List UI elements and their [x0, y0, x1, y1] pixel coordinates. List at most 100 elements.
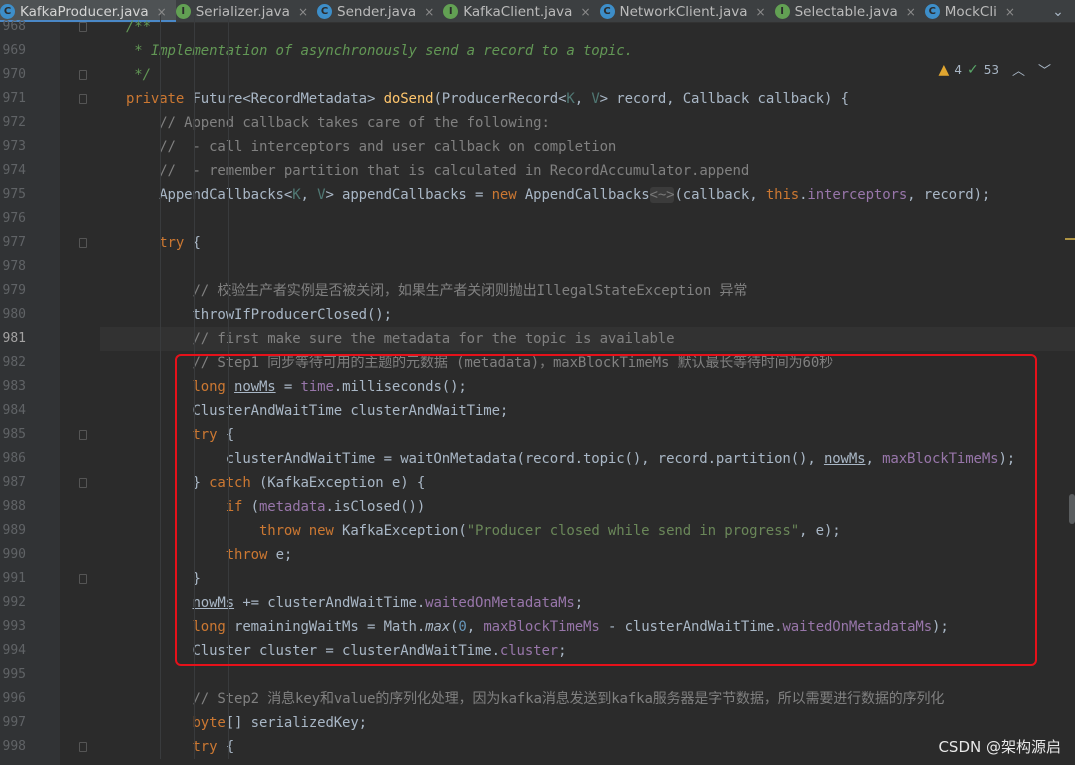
next-highlight-icon[interactable]: ﹀ [1038, 60, 1051, 79]
indent-guide [228, 351, 229, 375]
code-text: } catch (KafkaException e) { [100, 471, 1075, 495]
code-token: , record); [907, 187, 991, 203]
code-line[interactable]: 975 AppendCallbacks<K, V> appendCallback… [0, 183, 1075, 207]
code-line[interactable]: 983 long nowMs = time.milliseconds(); [0, 375, 1075, 399]
error-stripe[interactable] [1063, 46, 1075, 765]
code-token: } [126, 571, 201, 587]
code-line[interactable]: 980 throwIfProducerClosed(); [0, 303, 1075, 327]
indent-guide [194, 687, 195, 711]
fold-marker-icon[interactable] [79, 478, 87, 488]
code-line[interactable]: 979 // 校验生产者实例是否被关闭，如果生产者关闭则抛出IllegalSta… [0, 279, 1075, 303]
code-line[interactable]: 995 [0, 663, 1075, 687]
indent-guide [228, 111, 229, 135]
line-number: 988 [2, 499, 26, 514]
code-text: try { [100, 735, 1075, 759]
indent-guide [228, 279, 229, 303]
code-token: K [566, 91, 575, 107]
code-line[interactable]: 973 // - call interceptors and user call… [0, 135, 1075, 159]
fold-marker-icon[interactable] [79, 94, 87, 104]
code-line[interactable]: 974 // - remember partition that is calc… [0, 159, 1075, 183]
indent-guide [228, 663, 229, 687]
code-line[interactable]: 985 try { [0, 423, 1075, 447]
indent-guide [194, 495, 195, 519]
line-number: 998 [2, 739, 26, 754]
code-text: ClusterAndWaitTime clusterAndWaitTime; [100, 399, 1075, 423]
fold-marker-icon[interactable] [79, 742, 87, 752]
code-token: e; [275, 547, 293, 563]
code-token: , [300, 187, 318, 203]
scrollbar-thumb[interactable] [1069, 494, 1075, 524]
indent-guide [160, 567, 161, 591]
indent-guide [194, 15, 195, 39]
code-token: KafkaException( [342, 523, 467, 539]
warning-stripe-mark[interactable] [1065, 238, 1075, 240]
code-line[interactable]: 991 } [0, 567, 1075, 591]
code-line[interactable]: 986 clusterAndWaitTime = waitOnMetadata(… [0, 447, 1075, 471]
fold-marker-icon[interactable] [79, 574, 87, 584]
fold-marker-icon[interactable] [79, 238, 87, 248]
code-line[interactable]: 978 [0, 255, 1075, 279]
indent-guide [194, 327, 195, 351]
line-number: 984 [2, 403, 26, 418]
code-line[interactable]: 988 if (metadata.isClosed()) [0, 495, 1075, 519]
code-line[interactable]: 993 long remainingWaitMs = Math.max(0, m… [0, 615, 1075, 639]
fold-marker-icon[interactable] [79, 70, 87, 80]
code-line[interactable]: 977 try { [0, 231, 1075, 255]
code-text: throw e; [100, 543, 1075, 567]
code-token: .isClosed()) [325, 499, 426, 515]
indent-guide [194, 279, 195, 303]
line-number: 993 [2, 619, 26, 634]
indent-guide [228, 591, 229, 615]
warning-icon: ▲ [938, 61, 950, 78]
code-line[interactable]: 981 // first make sure the metadata for … [0, 327, 1075, 351]
code-line[interactable]: 984 ClusterAndWaitTime clusterAndWaitTim… [0, 399, 1075, 423]
code-line[interactable]: 976 [0, 207, 1075, 231]
fold-marker-icon[interactable] [79, 430, 87, 440]
code-token: interceptors [807, 187, 908, 203]
code-line[interactable]: 969 * Implementation of asynchronously s… [0, 39, 1075, 63]
code-line[interactable]: 972 // Append callback takes care of the… [0, 111, 1075, 135]
indent-guide [228, 255, 229, 279]
code-line[interactable]: 971 private Future<RecordMetadata> doSend… [0, 87, 1075, 111]
indent-guide [160, 471, 161, 495]
line-number: 997 [2, 715, 26, 730]
code-token: nowMs [823, 451, 866, 467]
code-token: ; [558, 643, 567, 659]
code-line[interactable]: 970 */ [0, 63, 1075, 87]
code-line[interactable]: 989 throw new KafkaException("Producer c… [0, 519, 1075, 543]
indent-guide [194, 231, 195, 255]
code-line[interactable]: 996 // Step2 消息key和value的序列化处理，因为kafka消息… [0, 687, 1075, 711]
code-line[interactable]: 990 throw e; [0, 543, 1075, 567]
code-line[interactable]: 968 /** [0, 15, 1075, 39]
previous-highlight-icon[interactable]: ︿ [1012, 60, 1025, 79]
code-editor[interactable]: 968 /** 969 * Implementation of asynchrono… [0, 15, 1075, 765]
code-line[interactable]: 998 try { [0, 735, 1075, 759]
code-token: , [865, 451, 883, 467]
code-line[interactable]: 994 Cluster cluster = clusterAndWaitTime… [0, 639, 1075, 663]
line-number: 996 [2, 691, 26, 706]
code-line[interactable]: 997 byte[] serializedKey; [0, 711, 1075, 735]
indent-guide [228, 207, 229, 231]
indent-guide [160, 639, 161, 663]
indent-guide [160, 711, 161, 735]
code-token: remainingWaitMs = Math. [234, 619, 426, 635]
code-token: // Append callback takes care of the fol… [159, 115, 550, 131]
code-token: */ [126, 67, 151, 83]
code-token: maxBlockTimeMs [882, 451, 999, 467]
indent-guide [194, 519, 195, 543]
indent-guide [228, 543, 229, 567]
indent-guide [228, 15, 229, 39]
code-token: time [300, 379, 334, 395]
code-line[interactable]: 987 } catch (KafkaException e) { [0, 471, 1075, 495]
code-line[interactable]: 992 nowMs += clusterAndWaitTime.waitedOn… [0, 591, 1075, 615]
code-token: * Implementation of asynchronously send … [126, 43, 633, 59]
line-number: 990 [2, 547, 26, 562]
inspection-widget[interactable]: ▲ 4 ✓ 53 ︿ ﹀ [938, 60, 1051, 80]
code-token: // first make sure the metadata for the … [192, 331, 675, 347]
indent-guide [160, 351, 161, 375]
code-line[interactable]: 982 // Step1 同步等待可用的主题的元数据 (metadata)，ma… [0, 351, 1075, 375]
fold-marker-icon[interactable] [79, 22, 87, 32]
